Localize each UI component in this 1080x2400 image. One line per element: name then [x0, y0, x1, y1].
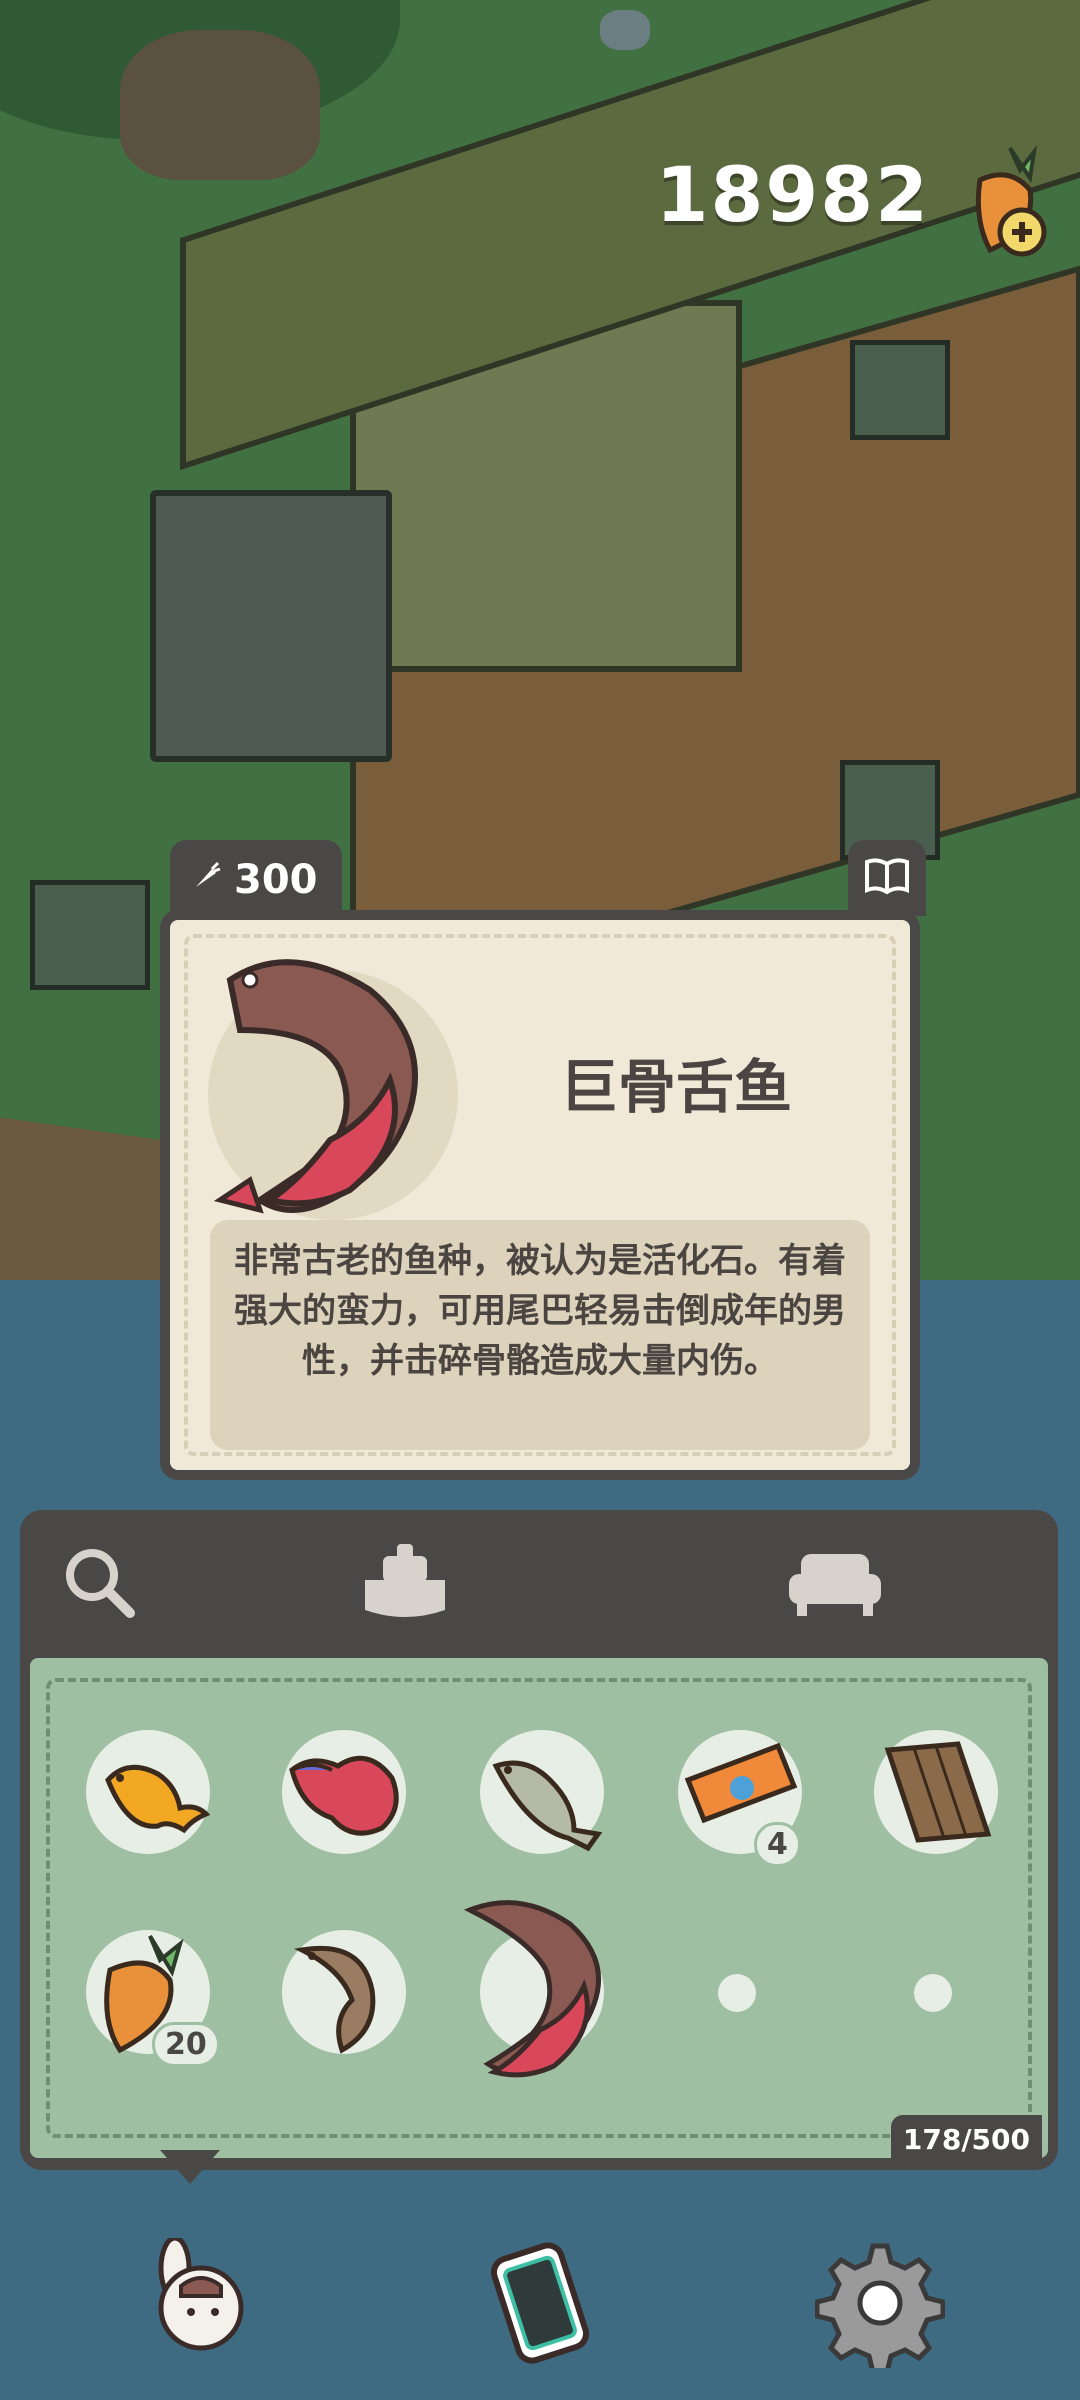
- inventory-panel: 4 20 178/500: [20, 1510, 1058, 2170]
- inventory-tabs: [20, 1510, 1058, 1660]
- book-icon: [863, 856, 911, 900]
- fish-name: 巨骨舌鱼: [560, 1053, 793, 1121]
- carrot-currency-amount: 18982: [655, 150, 930, 239]
- panel-pointer: [160, 2150, 220, 2184]
- inventory-grid: 4 20 178/500: [30, 1658, 1048, 2164]
- inventory-slot-grey-fish[interactable]: [480, 1730, 604, 1854]
- pillar: [30, 880, 150, 990]
- price-tag: 300: [170, 840, 342, 920]
- tab-furniture[interactable]: [785, 1540, 885, 1630]
- item-count: 20: [152, 2022, 220, 2067]
- bait-box-icon: [357, 1540, 453, 1630]
- inventory-capacity: 178/500: [890, 2115, 1042, 2164]
- fish-info-card: 300 巨骨舌鱼 非常古老的鱼种，被认为是活化石。有着强大的蛮力，可用尾巴轻易击…: [160, 830, 926, 1490]
- gear-icon: [814, 2238, 946, 2375]
- sofa-icon: [787, 1548, 883, 1622]
- empty-slot[interactable]: [914, 1974, 952, 2012]
- inventory-slot-carrot[interactable]: 20: [86, 1930, 220, 2067]
- grey-fish-icon: [480, 1760, 604, 1858]
- inventory-slot-ticket[interactable]: 4: [678, 1730, 802, 1867]
- rabbit-avatar-icon: [135, 2235, 265, 2372]
- item-count: 4: [754, 1822, 801, 1867]
- inventory-slot-goldfish[interactable]: [86, 1730, 211, 1854]
- betta-fish-icon: [282, 1755, 406, 1858]
- magnifier-icon: [60, 1543, 140, 1627]
- tab-search[interactable]: [50, 1540, 150, 1630]
- inventory-slot-arapaima[interactable]: [463, 1900, 604, 2078]
- phone-button[interactable]: [470, 2235, 610, 2375]
- inventory-slot-catfish[interactable]: [282, 1930, 406, 2054]
- fish-price: 300: [234, 857, 318, 903]
- phone-icon: [475, 2238, 605, 2372]
- fish-description: 非常古老的鱼种，被认为是活化石。有着强大的蛮力，可用尾巴轻易击倒成年的男性，并击…: [210, 1220, 870, 1450]
- goldfish-icon: [86, 1764, 211, 1858]
- carrot-plus-icon[interactable]: [950, 140, 1060, 260]
- tab-bait-box[interactable]: [355, 1540, 455, 1630]
- inventory-slot-wood-plank[interactable]: [874, 1730, 998, 1854]
- pillar: [850, 340, 950, 440]
- arapaima-icon: [210, 940, 450, 1230]
- inventory-slot-betta[interactable]: [282, 1730, 406, 1854]
- empty-slot[interactable]: [718, 1974, 756, 2012]
- settings-button[interactable]: [810, 2235, 950, 2375]
- carrot-icon: [190, 857, 224, 903]
- generator-machine: [150, 490, 392, 762]
- rock: [600, 10, 650, 50]
- catfish-icon: [282, 1945, 406, 2058]
- card-body: 巨骨舌鱼 非常古老的鱼种，被认为是活化石。有着强大的蛮力，可用尾巴轻易击倒成年的…: [160, 910, 920, 1480]
- wood-plank-icon: [874, 1741, 998, 1858]
- encyclopedia-button[interactable]: [848, 840, 926, 916]
- rabbit-avatar-button[interactable]: [130, 2235, 270, 2375]
